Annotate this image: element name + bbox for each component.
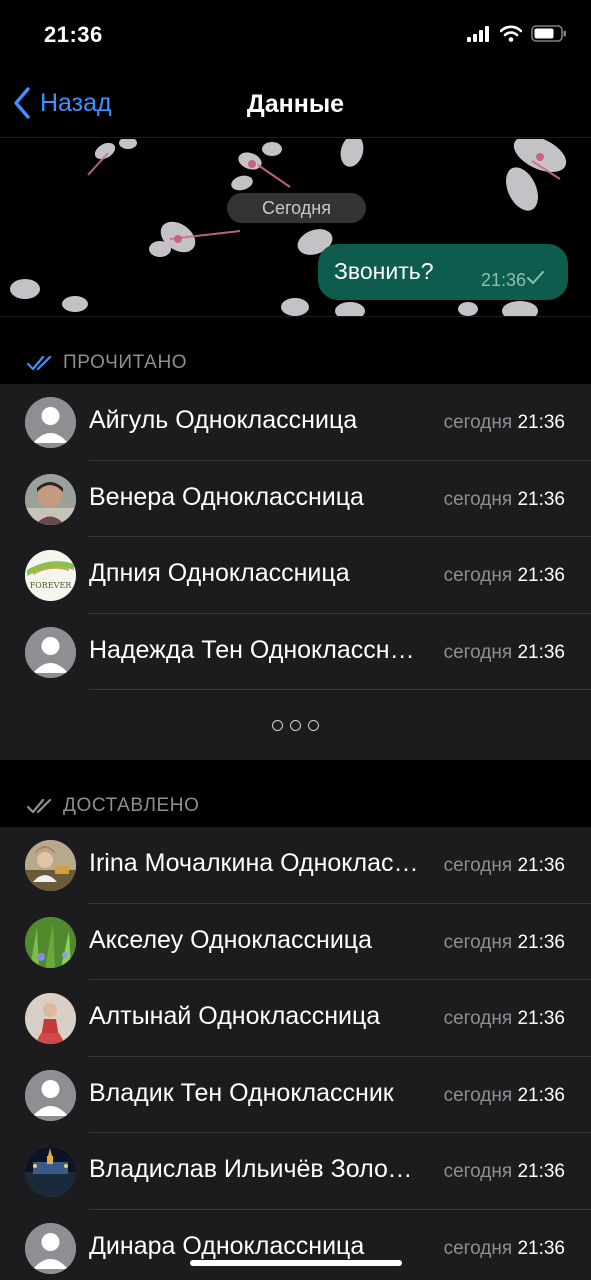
list-item[interactable]: Алтынай Одноклассница сегодня 21:36 [0,980,591,1057]
avatar-photo [25,993,76,1044]
battery-icon [531,25,566,42]
chat-preview: Сегодня Звонить? 21:36 [0,139,591,317]
list-item[interactable]: Айгуль Одноклассница сегодня 21:36 [0,384,591,461]
single-check-icon [527,271,544,284]
contact-name: Алтынай Одноклассница [89,1002,381,1030]
message-text: Звонить? [334,258,434,284]
list-item[interactable]: Акселеу Одноклассница сегодня 21:36 [0,904,591,980]
avatar-photo [25,473,76,525]
contact-name: Irina Мочалкина Одноклассница [89,849,422,877]
contact-name: Динара Одноклассница [89,1231,365,1260]
list-item[interactable]: Владислав Ильичёв Золотой выпуск сегодня… [0,1133,591,1210]
list-item[interactable]: Irina Мочалкина Одноклассница сегодня 21… [0,827,591,904]
svg-text:FOREVER: FOREVER [30,581,73,590]
message-info-screen: 21:36 Назад Данные Сегодня Звонить? 21:3… [0,0,591,1280]
contact-name: Дпния Одноклассница [89,559,350,587]
read-time: сегодня 21:36 [443,565,565,586]
avatar-photo [25,916,76,968]
read-section-label: ПРОЧИТАНО [63,352,188,373]
list-item[interactable]: FOREVER Дпния Одноклассница сегодня 21:3… [0,537,591,614]
delivered-time: сегодня 21:36 [443,855,565,876]
read-time: сегодня 21:36 [443,641,565,663]
read-list: Айгуль Одноклассница сегодня 21:36 Венер… [0,384,591,760]
contact-name: Венера Одноклассница [89,482,364,511]
delivered-time: сегодня 21:36 [443,931,565,953]
message-bubble[interactable]: Звонить? 21:36 [318,244,568,300]
avatar-placeholder [25,397,76,448]
avatar-placeholder [25,626,76,678]
avatar-photo [25,1146,76,1197]
contact-name: Владислав Ильичёв Золотой выпуск [89,1155,422,1183]
contact-name: Надежда Тен Одноклассница [89,635,422,664]
read-time: сегодня 21:36 [443,488,565,510]
contact-name: Акселеу Одноклассница [89,925,373,954]
status-bar: 21:36 [0,0,591,70]
delivered-time: сегодня 21:36 [443,1237,565,1259]
navigation-bar: Назад Данные [0,70,591,138]
avatar-placeholder [25,1069,76,1121]
double-check-icon [26,355,52,370]
list-item[interactable]: Венера Одноклассница сегодня 21:36 [0,461,591,537]
delivered-section-header: ДОСТАВЛЕНО [0,761,591,827]
delivered-list: Irina Мочалкина Одноклассница сегодня 21… [0,827,591,1280]
list-item[interactable]: Надежда Тен Одноклассница сегодня 21:36 [0,614,591,690]
avatar-logo: FOREVER [25,550,76,601]
more-dot-icon [290,719,301,731]
page-title: Данные [246,90,345,118]
message-time: 21:36 [480,270,526,290]
home-indicator[interactable] [190,1260,402,1266]
list-item[interactable]: Владик Тен Одноклассник сегодня 21:36 [0,1057,591,1133]
read-time: сегодня 21:36 [443,412,565,433]
show-more-button[interactable] [0,690,591,760]
delivered-time: сегодня 21:36 [443,1161,565,1182]
list-item[interactable]: Динара Одноклассница сегодня 21:36 [0,1210,591,1280]
delivered-time: сегодня 21:36 [443,1084,565,1106]
contact-name: Айгуль Одноклассница [89,406,358,434]
delivered-time: сегодня 21:36 [443,1008,565,1029]
read-section-header: ПРОЧИТАНО [0,318,591,384]
status-icons [467,25,567,42]
wifi-icon [500,25,522,42]
contact-name: Владик Тен Одноклассник [89,1078,394,1107]
more-dot-icon [308,719,319,731]
avatar-placeholder [25,1222,76,1274]
delivered-section-label: ДОСТАВЛЕНО [63,795,200,816]
status-time: 21:36 [44,22,103,47]
cellular-signal-icon [467,25,489,42]
double-check-icon [26,798,52,813]
more-dot-icon [272,719,283,731]
avatar-photo [25,840,76,891]
date-pill: Сегодня [227,193,366,223]
